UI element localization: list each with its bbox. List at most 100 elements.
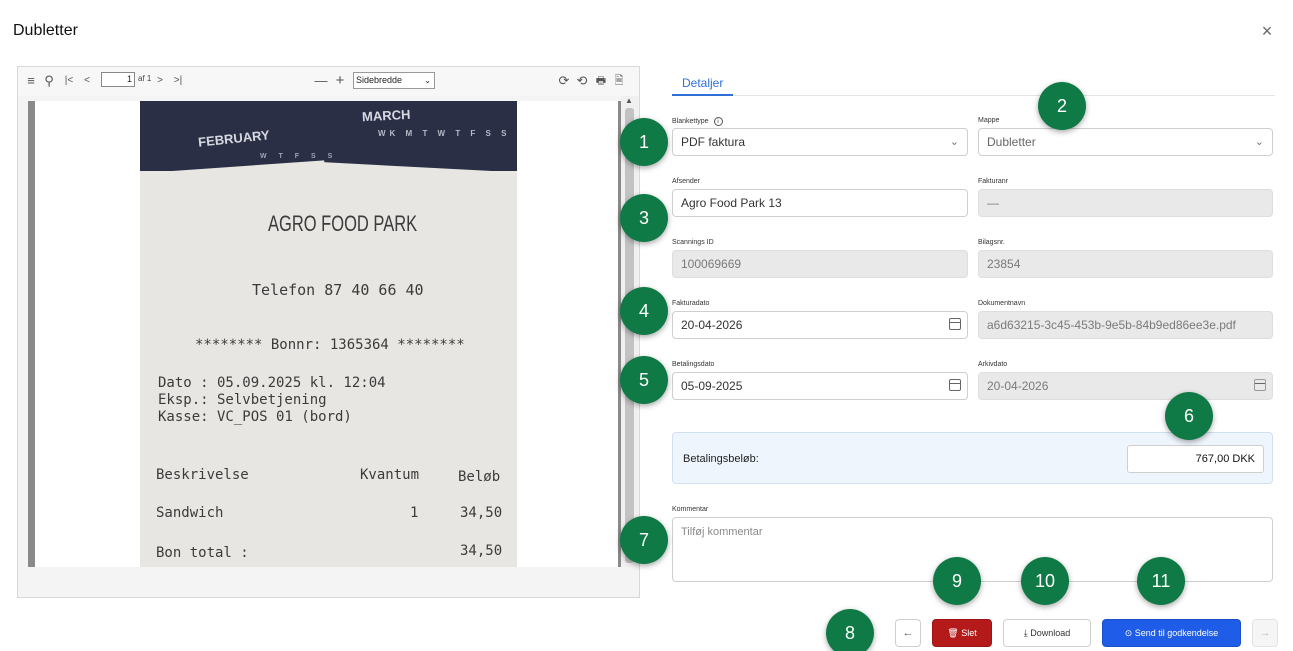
bilagsnr-label: Bilagsnr. [978, 239, 1005, 246]
annotation-badge-1: 1 [620, 118, 668, 166]
rotate-clockwise-icon[interactable]: ⟳ [557, 72, 571, 90]
receipt-kasse: Kasse: VC_POS 01 (bord) [158, 409, 352, 425]
mappe-label: Mappe [978, 117, 1000, 124]
calendar-february-label: FEBRUARY [197, 127, 271, 150]
send-for-approval-button[interactable]: ⊙ Send til godkendelse [1102, 619, 1241, 647]
receipt-item-qty: 1 [410, 505, 419, 521]
calendar-icon[interactable] [949, 318, 961, 330]
zoom-select[interactable]: Sidebredde ⌄ [353, 72, 435, 89]
receipt-image: FEBRUARY MARCH W T F S S WK M T W T F S … [140, 101, 517, 567]
annotation-badge-7: 7 [620, 516, 668, 564]
sidebar-toggle-icon[interactable]: ≡ [24, 72, 38, 90]
annotation-badge-9: 9 [933, 557, 981, 605]
previous-page-icon[interactable]: < [80, 72, 94, 90]
first-page-icon[interactable]: |< [62, 72, 76, 90]
receipt-store-name: AGRO FOOD PARK [268, 211, 418, 236]
fakturanr-label: Fakturanr [978, 178, 1008, 185]
download-icon: ⤓ [1023, 628, 1028, 638]
zoom-out-icon[interactable]: — [314, 72, 328, 90]
blankettype-value: PDF faktura [681, 135, 746, 149]
save-icon[interactable]: 🗎 [612, 72, 626, 90]
fakturanr-field: — [978, 189, 1273, 217]
zoom-select-value: Sidebredde [356, 75, 403, 85]
afsender-input[interactable]: Agro Food Park 13 [672, 189, 968, 217]
previous-document-button[interactable]: ← [895, 619, 921, 647]
pdf-viewer: ≡ ⚲ |< < 1 af 1 > >| — + Sidebredde ⌄ ⟳ … [17, 66, 640, 598]
calendar-march-label: MARCH [361, 106, 411, 125]
pdf-page-canvas[interactable]: FEBRUARY MARCH W T F S S WK M T W T F S … [28, 101, 627, 567]
arkivdato-value: 20-04-2026 [987, 379, 1049, 393]
kommentar-label: Kommentar [672, 506, 709, 513]
scroll-thumb[interactable] [625, 108, 634, 563]
afsender-label: Afsender [672, 178, 701, 185]
annotation-badge-5: 5 [620, 356, 668, 404]
pdf-toolbar: ≡ ⚲ |< < 1 af 1 > >| — + Sidebredde ⌄ ⟳ … [18, 67, 639, 96]
close-icon[interactable]: × [1257, 21, 1277, 41]
receipt-date: Dato : 05.09.2025 kl. 12:04 [158, 375, 386, 391]
dialog-title: Dubletter [13, 22, 78, 39]
scannings-id-label: Scannings ID [672, 239, 714, 246]
zoom-in-icon[interactable]: + [333, 72, 347, 90]
calendar-icon [1254, 379, 1266, 391]
page-shadow-left [28, 101, 35, 567]
check-circle-icon: ⊙ [1124, 628, 1133, 638]
annotation-badge-10: 10 [1021, 557, 1069, 605]
payment-amount-input[interactable]: 767,00 DKK [1127, 445, 1264, 473]
dokumentnavn-field: a6d63215-3c45-453b-9e5b-84b9ed86ee3e.pdf [978, 311, 1273, 339]
receipt-phone: Telefon 87 40 66 40 [252, 281, 424, 299]
betalingsdato-value: 05-09-2025 [681, 379, 743, 393]
info-icon[interactable]: i [713, 117, 723, 126]
annotation-badge-6: 6 [1165, 392, 1213, 440]
mappe-select[interactable]: Dubletter ⌄ [978, 128, 1273, 156]
blankettype-select[interactable]: PDF faktura ⌄ [672, 128, 968, 156]
betalingsdato-input[interactable]: 05-09-2025 [672, 372, 968, 400]
fakturadato-input[interactable]: 20-04-2026 [672, 311, 968, 339]
calendar-icon[interactable] [949, 379, 961, 391]
receipt-col-quantity: Kvantum [360, 467, 420, 483]
bilagsnr-field: 23854 [978, 250, 1273, 278]
blankettype-label: Blankettype i [672, 117, 723, 126]
download-button-label: Download [1030, 628, 1071, 638]
receipt-eksp: Eksp.: Selvbetjening [158, 392, 327, 408]
annotation-badge-2: 2 [1038, 82, 1086, 130]
receipt-col-amount: Beløb [458, 469, 501, 485]
page-count-label: af 1 [138, 74, 152, 83]
fakturadato-value: 20-04-2026 [681, 318, 743, 332]
rotate-counterclockwise-icon[interactable]: ⟲ [575, 72, 589, 90]
receipt-total-label: Bon total : [156, 545, 249, 561]
fakturadato-label: Fakturadato [672, 300, 710, 307]
search-icon[interactable]: ⚲ [42, 72, 56, 90]
last-page-icon[interactable]: >| [170, 72, 186, 90]
annotation-badge-4: 4 [620, 287, 668, 335]
next-page-icon[interactable]: > [154, 72, 166, 90]
payment-amount-panel: Betalingsbeløb: 767,00 DKK [672, 432, 1273, 484]
annotation-badge-11: 11 [1137, 557, 1185, 605]
scroll-up-arrow-icon[interactable]: ▲ [625, 96, 633, 105]
delete-button[interactable]: 🗑 Slet [932, 619, 992, 647]
chevron-down-icon: ⌄ [1254, 136, 1264, 148]
download-button[interactable]: ⤓ Download [1003, 619, 1091, 647]
betalingsdato-label: Betalingsdato [672, 361, 715, 368]
chevron-down-icon: ⌄ [949, 136, 959, 148]
details-tabs: Detaljer [672, 66, 1275, 96]
payment-amount-label: Betalingsbeløb: [683, 453, 759, 465]
delete-button-label: Slet [961, 628, 977, 638]
next-document-button[interactable]: → [1252, 619, 1278, 647]
dokumentnavn-label: Dokumentnavn [978, 300, 1026, 307]
tab-detaljer[interactable]: Detaljer [672, 66, 734, 96]
calendar-days: W T F S S [260, 153, 338, 160]
mappe-value: Dubletter [987, 135, 1036, 149]
print-icon[interactable]: 🖶 [594, 72, 608, 90]
receipt-item-name: Sandwich [156, 505, 224, 521]
annotation-badge-3: 3 [620, 194, 668, 242]
calendar-days-march: WK M T W T F S S [378, 129, 511, 138]
scannings-id-field: 100069669 [672, 250, 968, 278]
receipt-item-amount: 34,50 [460, 505, 503, 521]
chevron-down-icon: ⌄ [424, 76, 431, 85]
send-button-label: Send til godkendelse [1134, 628, 1219, 638]
page-number-input[interactable]: 1 [101, 72, 135, 87]
dialog-header: Dubletter × [0, 0, 1293, 60]
receipt-bonnr: ******** Bonnr: 1365364 ******** [195, 337, 465, 353]
receipt-col-description: Beskrivelse [156, 467, 249, 483]
receipt-total-amount: 34,50 [460, 543, 503, 559]
